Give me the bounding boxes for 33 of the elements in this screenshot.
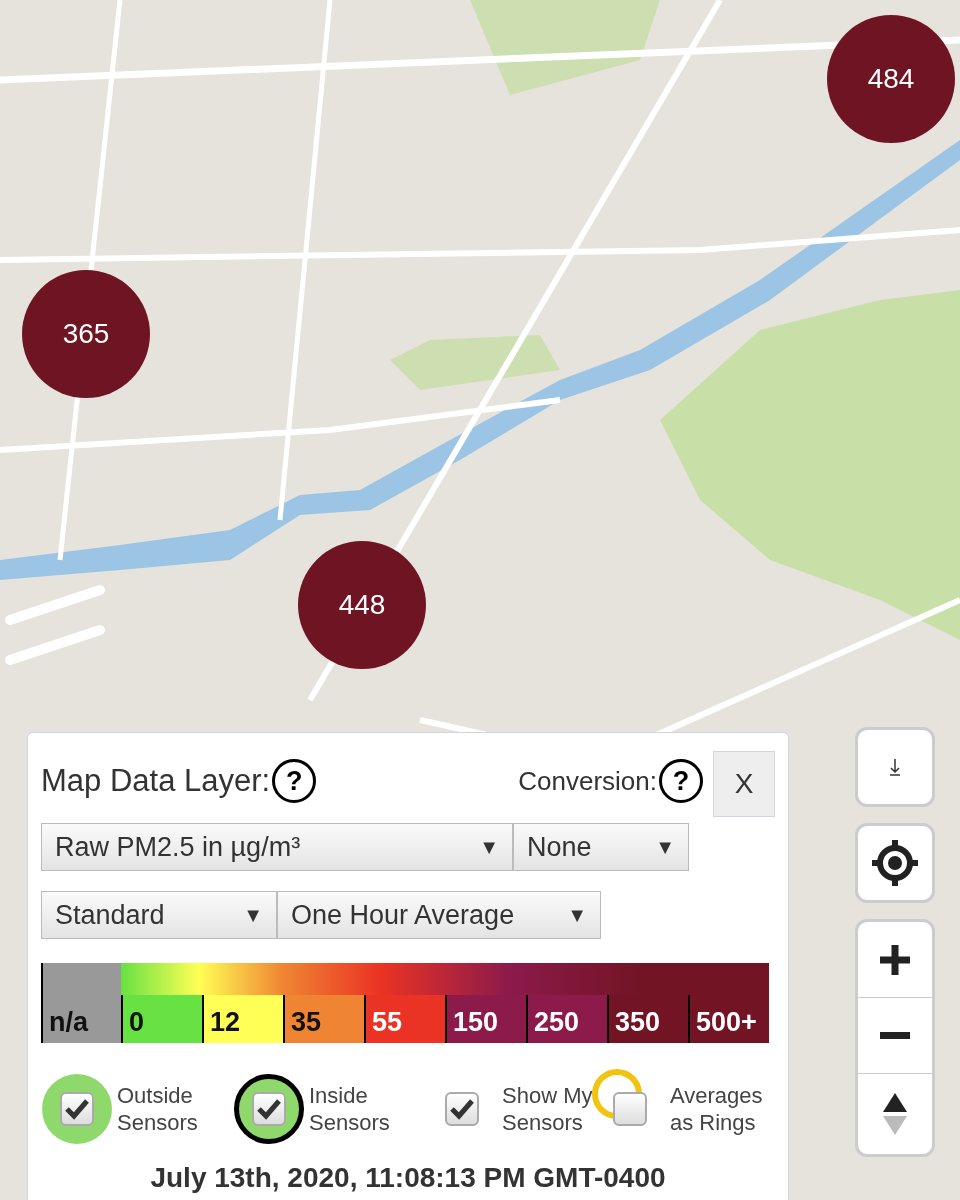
locate-icon [870,838,920,888]
locate-button[interactable] [855,823,935,903]
toggle-label: Averages as Rings [670,1082,762,1136]
dropdown[interactable]: Raw PM2.5 in µg/m³ ▼ [41,823,513,871]
panel-title: Map Data Layer: [41,761,271,800]
checkbox[interactable] [60,1092,94,1126]
help-button[interactable]: ? [272,759,317,803]
plus-icon [878,942,912,977]
dropdown[interactable]: Standard ▼ [41,891,277,939]
checkbox[interactable] [252,1092,286,1126]
timestamp: July 13th, 2020, 11:08:13 PM GMT-0400 [149,1161,667,1195]
legend-cell: 35 [283,995,364,1043]
dropdown[interactable]: None ▼ [513,823,689,871]
checkbox[interactable] [445,1092,479,1126]
toggle-label: Show My Sensors [502,1082,594,1136]
legend-cell: 350 [607,995,688,1043]
help-button[interactable]: ? [659,759,703,803]
toggle-label: Inside Sensors [309,1082,391,1136]
toggle-label: Outside Sensors [117,1082,199,1136]
checkbox[interactable] [613,1092,647,1126]
legend-cell: 500+ [688,995,769,1043]
legend-cell: 55 [364,995,445,1043]
conversion-label: Conversion: [518,764,657,798]
triangles-icon [883,1093,907,1135]
legend-cell: 150 [445,995,526,1043]
minus-icon [880,1032,910,1039]
legend-cell: 12 [202,995,283,1043]
legend-cell: n/a [41,963,121,1043]
close-button[interactable]: X [713,751,775,817]
dropdown[interactable]: One Hour Average ▼ [277,891,601,939]
legend-cell: 0 [121,995,202,1043]
legend-cell: 250 [526,995,607,1043]
download-icon [888,758,902,776]
